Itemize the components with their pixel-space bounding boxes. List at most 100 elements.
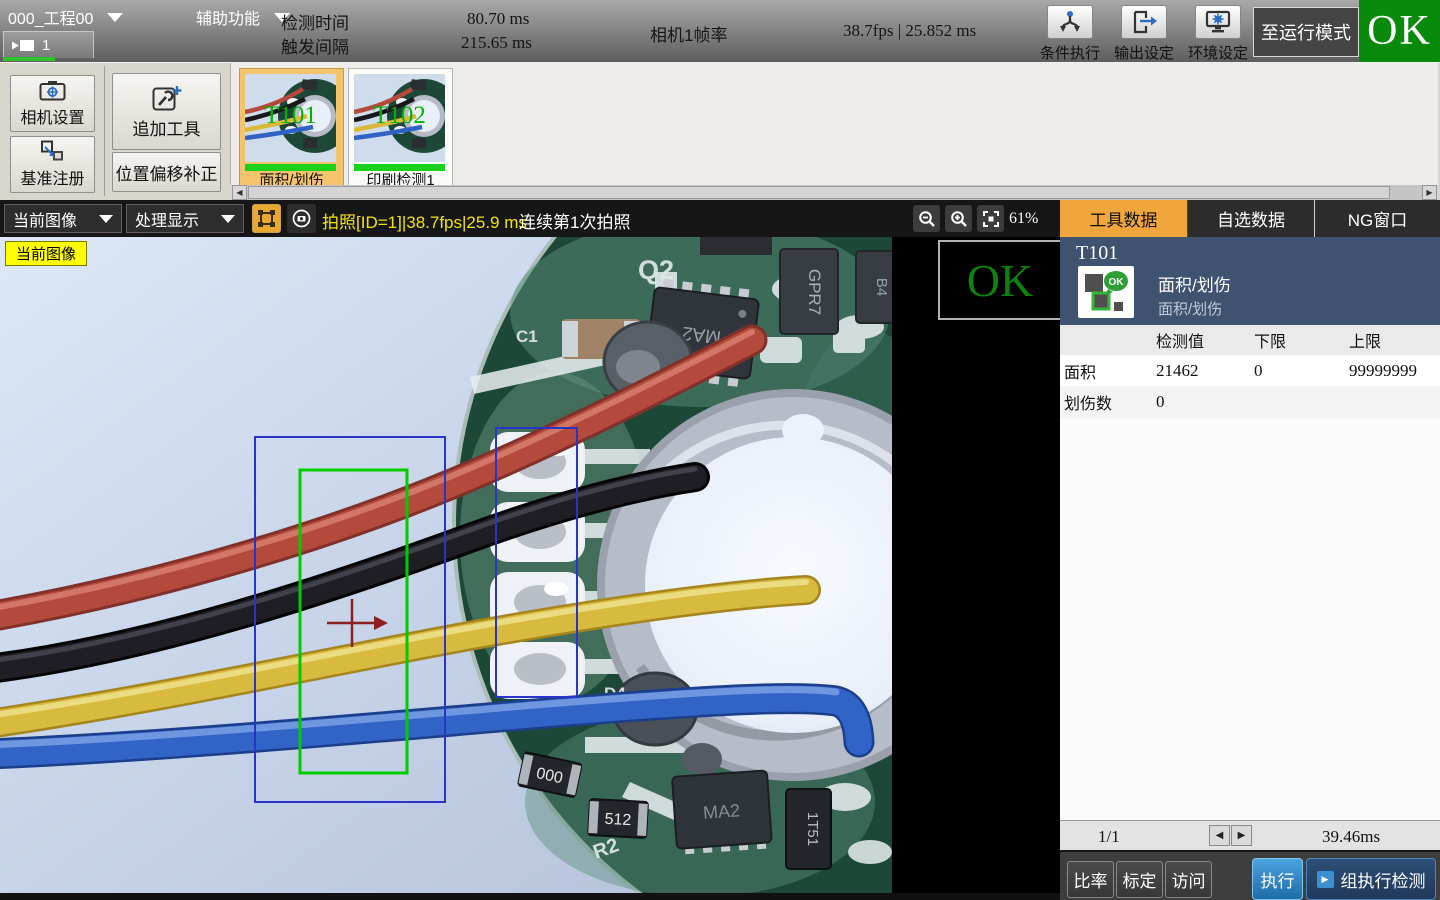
app-window: 000_工程00 辅助功能 1 检测时间 触发间隔 80.70 ms 215.6… <box>0 0 1440 900</box>
svg-text:OK: OK <box>1109 277 1125 288</box>
prev-page-button[interactable]: ◀ <box>1209 825 1230 846</box>
export-icon <box>1121 5 1167 39</box>
access-button[interactable]: 访问 <box>1165 861 1212 898</box>
tool-header-panel[interactable]: T101 OK 面积/划伤 面积/划伤 <box>1060 237 1440 325</box>
run-mode-button[interactable]: 至运行模式 <box>1253 7 1359 57</box>
zoom-percent-label: 61% <box>1009 210 1038 228</box>
zoom-out-icon <box>918 210 936 228</box>
scroll-left-icon[interactable]: ◀ <box>232 185 247 200</box>
env-setting-label: 环境设定 <box>1188 42 1248 63</box>
camera-tab-active-bar <box>3 57 55 61</box>
row-lower: 0 <box>1250 361 1345 381</box>
col-header-value: 检测值 <box>1152 328 1250 352</box>
tab-ng-window[interactable]: NG窗口 <box>1314 200 1440 237</box>
project-select[interactable]: 000_工程00 <box>8 5 123 29</box>
camera-setup-label: 相机设置 <box>20 104 84 128</box>
exec-time-label: 39.46ms <box>1322 827 1380 847</box>
video-camera-icon <box>11 39 35 52</box>
col-header-upper: 上限 <box>1345 328 1440 352</box>
svg-text:Q2: Q2 <box>638 255 674 285</box>
zoom-out-button[interactable] <box>913 205 940 232</box>
svg-text:512: 512 <box>604 811 632 829</box>
capture-status: 连续第1次拍照 <box>519 208 630 233</box>
process-display-dropdown-label: 处理显示 <box>135 207 199 231</box>
tab-custom-data[interactable]: 自选数据 <box>1187 200 1314 237</box>
group-execute-button[interactable]: ▶ 组执行检测 <box>1306 858 1436 900</box>
svg-text:MA2: MA2 <box>702 800 740 823</box>
row-name: 面积 <box>1060 359 1152 383</box>
camera-gear-icon <box>39 80 66 101</box>
chevron-down-icon <box>99 215 113 223</box>
position-offset-label: 位置偏移补正 <box>116 160 218 185</box>
global-status-badge: OK <box>1359 0 1440 62</box>
row-value: 0 <box>1152 392 1250 412</box>
output-setting-label: 输出设定 <box>1114 42 1174 63</box>
next-page-button[interactable]: ▶ <box>1231 825 1252 846</box>
panel-footer: 比率 标定 访问 执行 ▶ 组执行检测 <box>1060 850 1440 900</box>
env-setting-button[interactable]: 环境设定 <box>1188 5 1248 63</box>
tool-subtitle: 面积/划伤 <box>1158 298 1222 319</box>
base-register-label: 基准注册 <box>20 165 84 189</box>
condition-exec-button[interactable]: 条件执行 <box>1040 5 1100 63</box>
camera-image[interactable]: MA2 GPR7 B4 000 <box>0 237 892 893</box>
add-tool-button[interactable]: 追加工具 <box>112 73 221 150</box>
project-name: 000_工程00 <box>8 5 93 29</box>
zoom-in-icon <box>950 210 968 228</box>
camera-tab-label: 1 <box>42 37 50 54</box>
fit-screen-icon <box>982 210 1000 228</box>
camera-tab-1[interactable]: 1 <box>3 31 94 58</box>
trigger-interval-label: 触发间隔 <box>281 33 349 58</box>
output-setting-button[interactable]: 输出设定 <box>1114 5 1174 63</box>
region-select-button[interactable] <box>252 204 281 233</box>
tool-thumbnail-t102[interactable]: T102 印刷检测1 <box>348 68 453 188</box>
wrench-plus-icon <box>152 84 182 112</box>
svg-text:1T51: 1T51 <box>804 812 821 846</box>
branch-icon <box>1047 5 1093 39</box>
position-offset-button[interactable]: 位置偏移补正 <box>112 152 221 192</box>
row-value: 21462 <box>1152 361 1250 381</box>
table-row[interactable]: 面积 21462 0 99999999 <box>1060 355 1440 386</box>
aux-menu-label: 辅助功能 <box>196 5 260 29</box>
ratio-button[interactable]: 比率 <box>1067 861 1114 898</box>
tool-result-icon: OK <box>1078 266 1134 318</box>
tool-id: T101 <box>1076 242 1118 265</box>
svg-text:GPR7: GPR7 <box>805 269 824 315</box>
tab-tool-data[interactable]: 工具数据 <box>1060 200 1187 237</box>
result-table: 检测值 下限 上限 面积 21462 0 99999999 划伤数 0 <box>1060 325 1440 418</box>
add-tool-label: 追加工具 <box>133 115 201 140</box>
live-capture-button[interactable] <box>287 204 316 233</box>
row-name: 划伤数 <box>1060 390 1152 414</box>
thumbnail-scrollbar[interactable]: ◀ ▶ <box>232 185 1437 200</box>
thumbnail-image: T101 <box>245 74 336 162</box>
group-execute-label: 组执行检测 <box>1341 867 1426 892</box>
tool-thumbnail-t101[interactable]: T101 面积/划伤 <box>239 68 344 188</box>
svg-text:C1: C1 <box>516 327 538 346</box>
trigger-interval-value: 215.65 ms <box>461 33 532 53</box>
tool-name: 面积/划伤 <box>1158 271 1231 296</box>
scroll-right-icon[interactable]: ▶ <box>1422 185 1437 200</box>
marquee-icon <box>257 209 276 228</box>
base-register-button[interactable]: 基准注册 <box>10 136 95 193</box>
process-display-dropdown[interactable]: 处理显示 <box>126 204 244 233</box>
condition-exec-label: 条件执行 <box>1040 42 1100 63</box>
zoom-in-button[interactable] <box>945 205 972 232</box>
divider <box>104 66 105 196</box>
result-panel-body <box>1060 418 1440 820</box>
current-image-dropdown-label: 当前图像 <box>13 207 77 231</box>
fit-view-button[interactable] <box>977 205 1004 232</box>
aux-menu[interactable]: 辅助功能 <box>196 5 290 29</box>
svg-text:B4: B4 <box>873 278 890 296</box>
calibrate-button[interactable]: 标定 <box>1116 861 1163 898</box>
detect-time-value: 80.70 ms <box>467 9 529 29</box>
capture-info: 拍照[ID=1]|38.7fps|25.9 ms <box>322 208 527 233</box>
image-viewer[interactable]: MA2 GPR7 B4 000 <box>0 237 1060 893</box>
thumbnail-image: T102 <box>354 74 445 162</box>
execute-button[interactable]: 执行 <box>1252 858 1303 900</box>
scrollbar-thumb[interactable] <box>248 186 1390 199</box>
camera-fps-value: 38.7fps | 25.852 ms <box>843 21 976 41</box>
table-row[interactable]: 划伤数 0 <box>1060 386 1440 418</box>
page-indicator: 1/1 <box>1098 827 1120 847</box>
camera-setup-button[interactable]: 相机设置 <box>10 75 95 132</box>
current-image-dropdown[interactable]: 当前图像 <box>4 204 122 233</box>
detect-time-label: 检测时间 <box>281 9 349 34</box>
